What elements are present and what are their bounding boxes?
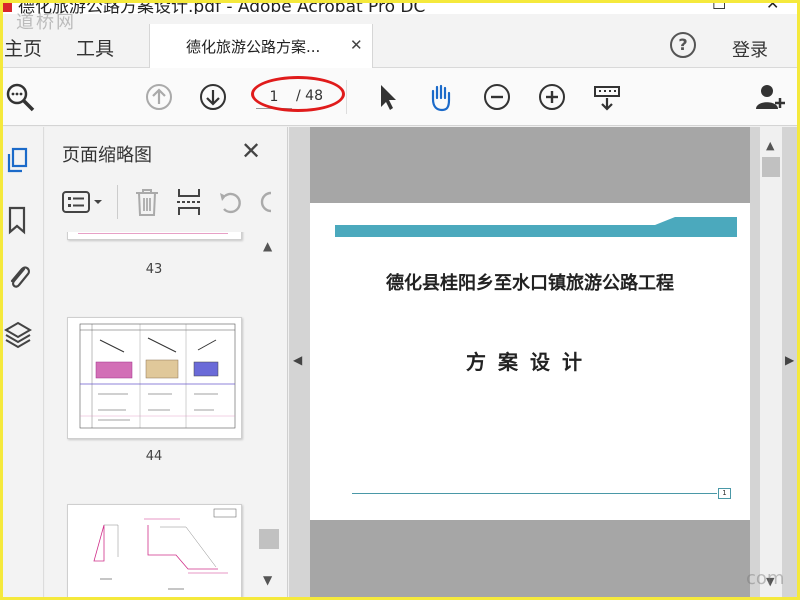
page-thumbnails-icon[interactable] [4,145,32,175]
thumbnail-list: 43 44 [45,232,277,600]
tab-document[interactable]: 德化旅游公路方案... ✕ [149,24,373,68]
thumbnail-page-number: 44 [145,449,163,464]
document-title: 德化县桂阳乡至水口镇旅游公路工程 [386,273,674,294]
window-title: 德化旅游公路方案设计.pdf - Adobe Acrobat Pro DC [18,0,426,14]
maximize-button[interactable]: ☐ [712,0,726,13]
tab-document-label: 德化旅游公路方案... [186,38,321,56]
thumbnail-scrollbar[interactable]: ▲ ▼ [259,235,279,597]
delete-page-icon[interactable] [133,187,161,217]
panel-title: 页面缩略图 [62,145,152,166]
panel-toolbar [59,179,281,229]
document-subtitle: 方案设计 [466,350,594,374]
watermark-text-bottom: com [746,568,785,589]
tab-bar: 主页 工具 德化旅游公路方案... ✕ ? 登录 [0,14,800,68]
thumbnail-page-number: 43 [145,262,163,277]
next-page-area [310,520,750,600]
collapse-right-panel-icon[interactable]: ▶ [785,353,794,367]
insert-page-icon[interactable] [175,187,203,217]
select-cursor-icon[interactable] [371,81,403,113]
doc-scroll-up-icon[interactable]: ▲ [766,139,774,152]
document-page[interactable]: 德化县桂阳乡至水口镇旅游公路工程 方案设计 1 [310,203,750,520]
thumbnail-options-icon[interactable] [61,189,105,215]
rotate-page-icon[interactable] [217,187,245,217]
document-view[interactable]: ◀ 德化县桂阳乡至水口镇旅游公路工程 方案设计 1 ▲ ▼ ▶ [289,127,800,600]
document-page-number: 1 [718,488,731,499]
layers-icon[interactable] [4,319,32,349]
keyboard-scroll-icon[interactable] [591,81,623,113]
toolbar: 1 / 48 [0,68,800,126]
doc-scrollbar-thumb[interactable] [762,157,780,177]
login-button[interactable]: 登录 [732,36,768,62]
close-window-button[interactable]: ✕ [766,0,779,13]
panel-toolbar-separator [117,185,118,219]
thumbnail-page-45[interactable] [67,504,242,600]
left-navigation-rail [0,127,44,600]
document-scrollbar[interactable]: ▲ ▼ [760,127,782,600]
pdf-file-icon [2,0,12,12]
attachments-icon[interactable] [4,261,32,291]
scroll-down-icon[interactable]: ▼ [263,573,272,587]
scrollbar-thumb[interactable] [259,529,279,549]
page-up-icon[interactable] [143,81,175,113]
thumbnail-drawing [79,323,236,429]
page-down-icon[interactable] [197,81,229,113]
thumbnail-drawing [93,508,237,590]
footer-rule [352,493,717,494]
add-user-icon[interactable] [754,81,786,113]
thumbnail-page-43[interactable] [67,232,242,240]
zoom-in-icon[interactable] [536,81,568,113]
tab-home[interactable]: 主页 [4,34,42,61]
tab-tools[interactable]: 工具 [76,34,114,61]
panel-close-icon[interactable]: ✕ [241,137,261,165]
bookmarks-icon[interactable] [4,205,32,235]
thumbnail-panel: 页面缩略图 ✕ 43 44 ▲ ▼ [45,127,288,600]
collapse-left-panel-icon[interactable]: ◀ [293,353,302,367]
toolbar-separator [346,80,347,114]
page-number-highlight [251,76,345,112]
hand-tool-icon[interactable] [425,81,457,113]
thumbnail-page-44[interactable] [67,317,242,439]
rotate-clockwise-icon[interactable] [257,187,277,217]
thumbnail-content [78,233,228,234]
previous-page-area [310,127,750,203]
search-icon[interactable] [4,81,36,113]
scroll-up-icon[interactable]: ▲ [263,239,272,253]
header-band [335,217,737,237]
tab-close-icon[interactable]: ✕ [350,36,363,54]
title-bar: 德化旅游公路方案设计.pdf - Adobe Acrobat Pro DC ☐ … [0,0,800,14]
watermark-text: 道桥网 [16,12,76,33]
help-button[interactable]: ? [670,32,696,58]
zoom-out-icon[interactable] [481,81,513,113]
